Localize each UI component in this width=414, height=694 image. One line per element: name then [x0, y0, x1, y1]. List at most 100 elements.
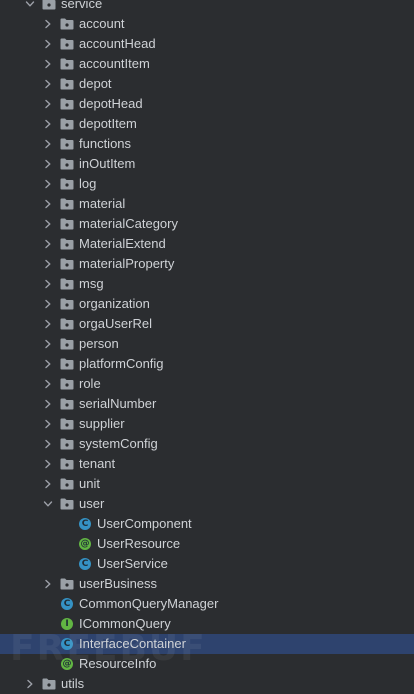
class-icon: C	[78, 517, 92, 531]
tree-item-package[interactable]: depot	[0, 74, 414, 94]
chevron-right-icon[interactable]	[42, 194, 54, 214]
tree-item-package[interactable]: accountHead	[0, 34, 414, 54]
tree-item-package[interactable]: depotItem	[0, 114, 414, 134]
chevron-right-icon[interactable]	[42, 354, 54, 374]
tree-item-service[interactable]: service	[0, 0, 414, 14]
tree-item-label: ICommonQuery	[79, 616, 171, 631]
package-folder-icon	[60, 77, 74, 91]
tree-item-label: depotHead	[79, 96, 143, 111]
tree-item-package[interactable]: materialProperty	[0, 254, 414, 274]
tree-item-file[interactable]: @ UserResource	[0, 534, 414, 554]
annotation-icon: @	[79, 538, 91, 550]
chevron-right-icon[interactable]	[42, 234, 54, 254]
tree-item-file[interactable]: C UserComponent	[0, 514, 414, 534]
package-folder-icon	[60, 437, 74, 451]
tree-item-label: role	[79, 376, 101, 391]
tree-item-file[interactable]: I ICommonQuery	[0, 614, 414, 634]
tree-item-package[interactable]: tenant	[0, 454, 414, 474]
tree-item-package[interactable]: systemConfig	[0, 434, 414, 454]
package-folder-icon	[60, 237, 74, 251]
tree-item-user[interactable]: user	[0, 494, 414, 514]
chevron-right-icon[interactable]	[42, 214, 54, 234]
tree-item-label: supplier	[79, 416, 125, 431]
tree-item-package[interactable]: utils	[0, 674, 414, 694]
chevron-right-icon[interactable]	[42, 34, 54, 54]
tree-item-label: materialCategory	[79, 216, 178, 231]
tree-item-label: depot	[79, 76, 112, 91]
tree-item-label: utils	[61, 676, 85, 691]
chevron-down-icon[interactable]	[42, 494, 54, 514]
tree-item-package[interactable]: msg	[0, 274, 414, 294]
chevron-right-icon[interactable]	[42, 334, 54, 354]
tree-item-package[interactable]: MaterialExtend	[0, 234, 414, 254]
tree-item-package[interactable]: orgaUserRel	[0, 314, 414, 334]
tree-item-package[interactable]: unit	[0, 474, 414, 494]
chevron-right-icon[interactable]	[42, 174, 54, 194]
tree-item-package[interactable]: serialNumber	[0, 394, 414, 414]
chevron-right-icon[interactable]	[42, 74, 54, 94]
tree-item-package[interactable]: inOutItem	[0, 154, 414, 174]
package-folder-icon	[60, 97, 74, 111]
chevron-right-icon[interactable]	[42, 374, 54, 394]
chevron-right-icon[interactable]	[42, 94, 54, 114]
chevron-right-icon[interactable]	[42, 574, 54, 594]
tree-item-label: systemConfig	[79, 436, 158, 451]
tree-item-package[interactable]: material	[0, 194, 414, 214]
tree-item-label: UserService	[97, 556, 168, 571]
package-folder-icon	[60, 177, 74, 191]
tree-item-package[interactable]: materialCategory	[0, 214, 414, 234]
chevron-right-icon[interactable]	[42, 114, 54, 134]
tree-item-label: service	[61, 0, 103, 11]
package-folder-icon	[60, 497, 74, 511]
tree-item-package[interactable]: organization	[0, 294, 414, 314]
tree-item-package[interactable]: account	[0, 14, 414, 34]
package-folder-icon	[60, 137, 74, 151]
tree-item-package[interactable]: person	[0, 334, 414, 354]
chevron-right-icon[interactable]	[42, 434, 54, 454]
tree-item-label: user	[79, 496, 105, 511]
chevron-right-icon[interactable]	[42, 134, 54, 154]
chevron-right-icon[interactable]	[42, 154, 54, 174]
package-folder-icon	[60, 577, 74, 591]
package-folder-icon	[42, 677, 56, 691]
tree-item-package[interactable]: userBusiness	[0, 574, 414, 594]
class-icon: C	[60, 597, 74, 611]
chevron-right-icon[interactable]	[42, 14, 54, 34]
package-folder-icon	[60, 317, 74, 331]
chevron-right-icon[interactable]	[42, 394, 54, 414]
package-folder-icon	[60, 337, 74, 351]
package-folder-icon	[60, 197, 74, 211]
chevron-right-icon[interactable]	[42, 474, 54, 494]
class-icon: C	[78, 557, 92, 571]
chevron-right-icon[interactable]	[42, 274, 54, 294]
tree-item-label: platformConfig	[79, 356, 164, 371]
tree-item-package[interactable]: depotHead	[0, 94, 414, 114]
tree-item-label: InterfaceContainer	[79, 636, 186, 651]
tree-item-label: UserResource	[97, 536, 181, 551]
tree-item-label: functions	[79, 136, 132, 151]
chevron-right-icon[interactable]	[42, 314, 54, 334]
class-icon: C	[60, 637, 74, 651]
chevron-right-icon[interactable]	[42, 454, 54, 474]
tree-item-file[interactable]: @ ResourceInfo	[0, 654, 414, 674]
tree-item-package[interactable]: supplier	[0, 414, 414, 434]
tree-item-label: accountItem	[79, 56, 150, 71]
tree-item-file[interactable]: C InterfaceContainer	[0, 634, 414, 654]
tree-item-file[interactable]: C CommonQueryManager	[0, 594, 414, 614]
tree-item-package[interactable]: functions	[0, 134, 414, 154]
tree-item-label: log	[79, 176, 97, 191]
tree-item-package[interactable]: role	[0, 374, 414, 394]
tree-item-file[interactable]: C UserService	[0, 554, 414, 574]
chevron-right-icon[interactable]	[42, 54, 54, 74]
chevron-down-icon[interactable]	[24, 0, 36, 14]
chevron-right-icon[interactable]	[24, 674, 36, 694]
package-folder-icon	[42, 0, 56, 11]
chevron-right-icon[interactable]	[42, 414, 54, 434]
chevron-right-icon[interactable]	[42, 294, 54, 314]
tree-item-package[interactable]: accountItem	[0, 54, 414, 74]
chevron-right-icon[interactable]	[42, 254, 54, 274]
tree-item-package[interactable]: log	[0, 174, 414, 194]
interface-icon: I	[60, 617, 74, 631]
tree-item-label: ResourceInfo	[79, 656, 157, 671]
tree-item-package[interactable]: platformConfig	[0, 354, 414, 374]
